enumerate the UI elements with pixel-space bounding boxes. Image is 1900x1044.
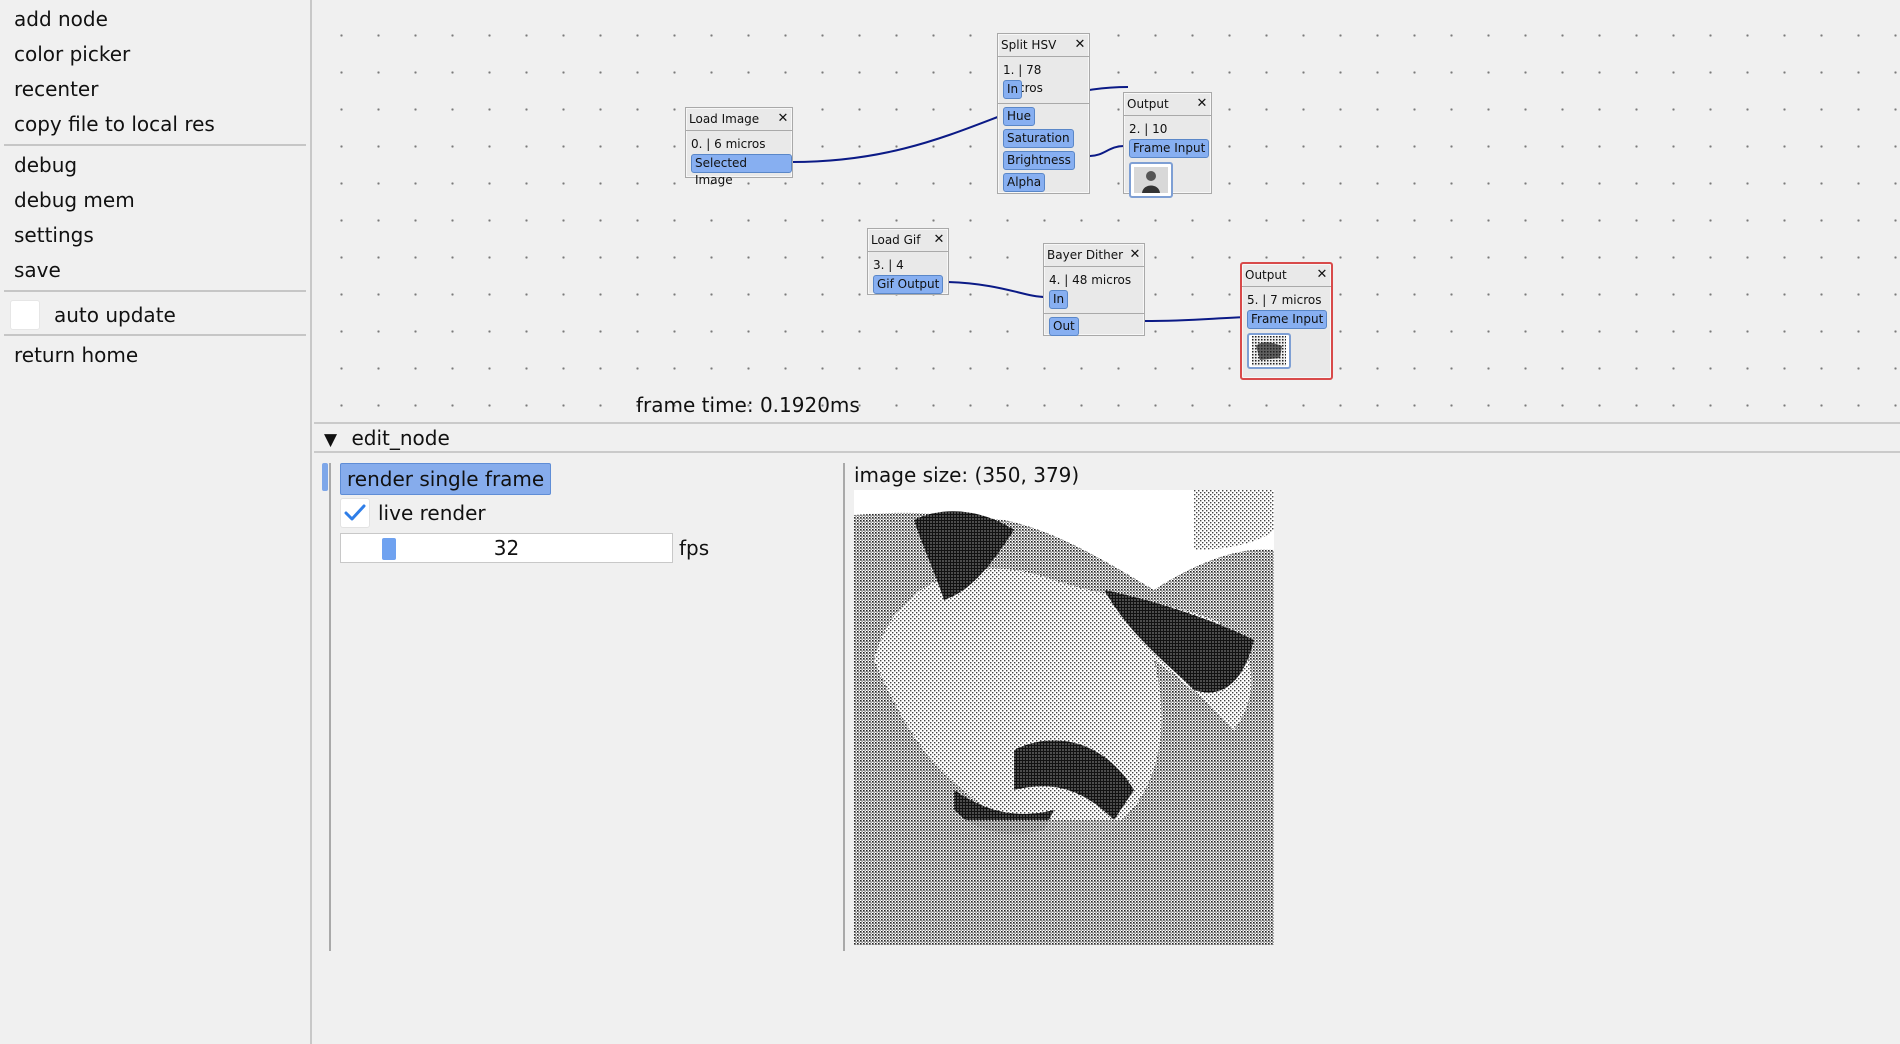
node-title: Split HSV [1001, 38, 1057, 52]
panel-split-divider [843, 463, 845, 951]
node-timing: 4. | 48 micros [1049, 273, 1132, 287]
node-timing: 2. | 10 micros [1129, 122, 1169, 154]
node-timing: 5. | 7 micros [1247, 293, 1322, 307]
node-bayer-dither[interactable]: Bayer Dither ✕ 4. | 48 micros In Out [1043, 243, 1145, 336]
node-header[interactable]: Load Image ✕ [686, 108, 792, 131]
node-header[interactable]: Bayer Dither ✕ [1044, 244, 1144, 267]
fps-slider-handle[interactable] [382, 538, 397, 560]
edit-node-header[interactable]: ▼ edit_node [314, 422, 1900, 453]
close-icon[interactable]: ✕ [1313, 264, 1331, 286]
menu-recenter[interactable]: recenter [0, 74, 310, 109]
auto-update-checkbox[interactable] [10, 300, 40, 330]
node-output[interactable]: Output ✕ 2. | 10 micros Frame Input [1123, 92, 1212, 198]
node-split-hsv[interactable]: Split HSV ✕ 1. | 78 micros In Hue Satura… [997, 33, 1090, 194]
node-title: Load Gif [871, 233, 921, 247]
live-render-label: live render [378, 501, 486, 525]
node-title: Output [1245, 268, 1287, 282]
dithered-horse-thumbnail-icon [1252, 336, 1286, 366]
port-selected-image[interactable]: Selected Image [691, 154, 792, 187]
node-load-image[interactable]: Load Image ✕ 0. | 6 micros Selected Imag… [685, 107, 793, 187]
close-icon[interactable]: ✕ [1193, 93, 1211, 115]
node-header[interactable]: Output ✕ [1242, 264, 1331, 287]
node-output-section: Out [1044, 313, 1144, 338]
port-hue[interactable]: Hue [1003, 107, 1036, 126]
auto-update-label: auto update [54, 303, 176, 327]
wire-bayer-dither-to-output [1143, 316, 1251, 322]
close-icon[interactable]: ✕ [930, 229, 948, 251]
node-title: Load Image [689, 112, 760, 126]
checkmark-icon [344, 504, 366, 521]
frame-time-readout: frame time: 0.1920ms [636, 393, 860, 417]
render-single-frame-button[interactable]: render single frame [340, 463, 552, 495]
node-header[interactable]: Output ✕ [1124, 93, 1211, 116]
fps-control: 32 fps [340, 533, 709, 563]
port-frame-input[interactable]: Frame Input [1129, 139, 1210, 158]
port-gif-output[interactable]: Gif Output [873, 275, 944, 294]
live-render-toggle[interactable]: live render [340, 498, 486, 528]
node-title: Bayer Dither [1047, 248, 1124, 262]
output-thumbnail [1129, 162, 1173, 198]
sidebar: add node color picker recenter copy file… [0, 0, 312, 1044]
auto-update-toggle[interactable]: auto update [0, 296, 310, 334]
port-in[interactable]: In [1003, 80, 1023, 99]
menu-separator [4, 144, 306, 146]
port-in[interactable]: In [1049, 290, 1069, 309]
menu-debug[interactable]: debug [0, 150, 310, 185]
menu-color-picker[interactable]: color picker [0, 39, 310, 74]
node-graph-canvas[interactable]: Load Image ✕ 0. | 6 micros Selected Imag… [314, 0, 1900, 422]
close-icon[interactable]: ✕ [1071, 34, 1089, 56]
fps-value: 32 [493, 536, 520, 560]
port-alpha[interactable]: Alpha [1003, 173, 1046, 192]
close-icon[interactable]: ✕ [1126, 244, 1144, 266]
node-load-gif[interactable]: Load Gif ✕ 3. | 4 micros Gif Output [867, 228, 949, 295]
port-frame-input[interactable]: Frame Input [1247, 310, 1328, 329]
node-timing: 3. | 4 micros [873, 258, 913, 290]
node-title: Output [1127, 97, 1169, 111]
menu-add-node[interactable]: add node [0, 4, 310, 39]
node-timing: 0. | 6 micros [691, 137, 766, 151]
menu-debug-mem[interactable]: debug mem [0, 185, 310, 220]
node-timing: 1. | 78 micros [1003, 63, 1043, 95]
menu-save[interactable]: save [0, 255, 310, 290]
image-size-readout: image size: (350, 379) [854, 463, 1080, 487]
menu-separator [4, 290, 306, 292]
fps-label: fps [679, 536, 710, 560]
dithered-image-preview [854, 490, 1274, 945]
panel-scroll-indicator [322, 463, 328, 491]
menu-return-home[interactable]: return home [0, 340, 310, 375]
wire-split-hsv-to-output [1089, 145, 1125, 157]
menu-settings[interactable]: settings [0, 220, 310, 255]
panel-divider [329, 463, 331, 951]
port-brightness[interactable]: Brightness [1003, 151, 1075, 170]
node-output-section: Hue Saturation Brightness Alpha [998, 103, 1089, 194]
node-header[interactable]: Split HSV ✕ [998, 34, 1089, 57]
menu-copy-file-to-local-res[interactable]: copy file to local res [0, 109, 310, 144]
wire-load-gif-to-bayer-dither [947, 281, 1047, 298]
portrait-thumbnail-icon [1134, 167, 1168, 193]
node-wires [791, 86, 1251, 322]
close-icon[interactable]: ✕ [774, 108, 792, 130]
fps-slider[interactable]: 32 [340, 533, 673, 563]
output-thumbnail [1247, 333, 1291, 369]
port-out[interactable]: Out [1049, 317, 1079, 336]
menu-separator [4, 334, 306, 336]
edit-node-title: edit_node [351, 426, 450, 450]
live-render-checkbox[interactable] [340, 498, 370, 528]
port-saturation[interactable]: Saturation [1003, 129, 1074, 148]
node-header[interactable]: Load Gif ✕ [868, 229, 948, 252]
collapse-triangle-icon[interactable]: ▼ [324, 430, 337, 450]
node-output-selected[interactable]: Output ✕ 5. | 7 micros Frame Input [1240, 262, 1333, 380]
